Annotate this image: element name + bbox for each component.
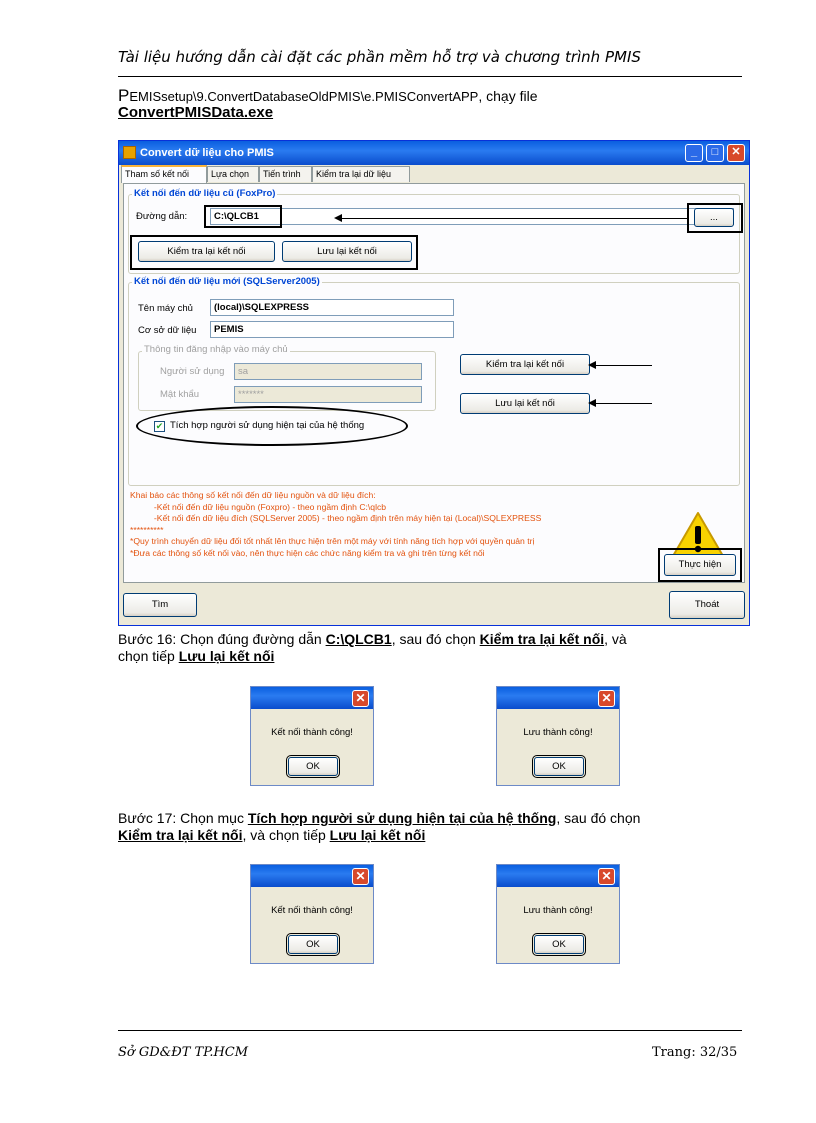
instructions-notes: Khai báo các thông số kết nối đến dữ liệ… (130, 490, 738, 559)
close-icon[interactable]: ✕ (352, 690, 369, 707)
save-success-dialog: ✕ Lưu thành công! OK (496, 864, 620, 964)
path-first-letter: P (118, 86, 130, 105)
note-line: ********** (130, 524, 164, 535)
execute-highlight-box (658, 548, 742, 582)
step-16-mid: , sau đó chọn (391, 631, 480, 647)
footer-page: Trang: 32/35 (652, 1045, 737, 1060)
step-17-check: Kiểm tra lại kết nối (118, 827, 243, 843)
close-icon[interactable]: ✕ (598, 868, 615, 885)
save-success-dialog: ✕ Lưu thành công! OK (496, 686, 620, 786)
step-16-path: C:\QLCB1 (325, 631, 392, 647)
step-17-prefix: Bước 17: Chọn mục (118, 810, 248, 826)
integrated-label: Tích hợp người sử dụng hiện tại của hệ t… (170, 420, 365, 431)
server-input[interactable]: (local)\SQLEXPRESS (210, 299, 454, 316)
path-suffix: , chạy file (478, 88, 538, 104)
path-label: Đường dẫn: (136, 211, 188, 222)
close-icon[interactable]: ✕ (727, 144, 745, 162)
step-17-mid2: , và chọn tiếp (242, 827, 330, 843)
dialog-message: Kết nối thành công! (271, 727, 353, 738)
note-line: *Đưa các thông số kết nối vào, nên thực … (130, 547, 485, 558)
footer-rule (118, 1030, 742, 1031)
close-icon[interactable]: ✕ (598, 690, 615, 707)
install-path: PEMISsetup\9.ConvertDatabaseOldPMIS\e.PM… (118, 86, 537, 106)
sql-save-button[interactable]: Lưu lại kết nối (460, 393, 590, 414)
page-label: Trang: (652, 1045, 696, 1060)
foxpro-group-title: Kết nối đến dữ liệu cũ (FoxPro) (132, 188, 278, 199)
maximize-icon[interactable]: □ (706, 144, 724, 162)
dialog-message: Lưu thành công! (523, 905, 593, 916)
connect-success-dialog: ✕ Kết nối thành công! OK (250, 864, 374, 964)
connection-panel: Kết nối đến dữ liệu cũ (FoxPro) Đường dẫ… (123, 183, 745, 583)
ok-button[interactable]: OK (286, 933, 340, 956)
sql-check-button[interactable]: Kiểm tra lại kết nối (460, 354, 590, 375)
foxpro-path-input[interactable]: C:\QLCB1 (210, 208, 734, 225)
exe-filename: ConvertPMISData.exe (118, 104, 274, 121)
dialog-message: Lưu thành công! (523, 727, 593, 738)
foxpro-buttons-highlight-box (130, 235, 418, 270)
note-line: Khai báo các thông số kết nối đến dữ liệ… (130, 490, 376, 500)
server-label: Tên máy chủ (138, 303, 193, 314)
tab-verify-data[interactable]: Kiểm tra lại dữ liệu (312, 166, 410, 182)
integrated-checkbox[interactable]: ✔ (154, 421, 165, 432)
connect-success-dialog: ✕ Kết nối thành công! OK (250, 686, 374, 786)
note-line: *Quy trình chuyển dữ liệu đối tốt nhất l… (130, 536, 535, 546)
arrow-to-sql-check (588, 361, 652, 369)
browse-highlight-box (687, 203, 743, 233)
sql-group-title: Kết nối đến dữ liệu mới (SQLServer2005) (132, 276, 322, 287)
note-line: -Kết nối đến dữ liệu nguồn (Foxpro) - th… (130, 501, 387, 512)
step-17-integrated: Tích hợp người sử dụng hiện tại của hệ t… (247, 810, 557, 826)
step-17-text: Bước 17: Chọn mục Tích hợp người sử dụng… (118, 810, 748, 844)
step-16-mid2: , và (604, 631, 627, 647)
username-label: Người sử dụng (160, 366, 225, 377)
window-titlebar: Convert dữ liệu cho PMIS _ □ ✕ (119, 141, 749, 165)
step-16-save: Lưu lại kết nối (178, 648, 275, 664)
minimize-icon[interactable]: _ (685, 144, 703, 162)
page-number: 32/35 (699, 1045, 738, 1060)
path-rest: EMISsetup\9.ConvertDatabaseOldPMIS\e.PMI… (129, 89, 479, 104)
note-line: -Kết nối đến dữ liệu đích (SQLServer 200… (130, 513, 542, 523)
app-icon (123, 146, 136, 159)
tab-progress[interactable]: Tiến trình (259, 166, 312, 182)
path-highlight-box (204, 205, 282, 228)
window-title: Convert dữ liệu cho PMIS (140, 147, 274, 159)
database-input[interactable]: PEMIS (210, 321, 454, 338)
tab-connection-params[interactable]: Tham số kết nối (121, 165, 207, 183)
step-16-text: Bước 16: Chọn đúng đường dẫn C:\QLCB1, s… (118, 631, 748, 665)
tab-options[interactable]: Lựa chọn (207, 166, 259, 182)
ok-button[interactable]: OK (532, 933, 586, 956)
password-input[interactable]: ******* (234, 386, 422, 403)
step-16-check: Kiểm tra lại kết nối (479, 631, 605, 647)
exit-button[interactable]: Thoát (669, 591, 745, 619)
ok-button[interactable]: OK (286, 755, 340, 778)
find-button[interactable]: Tìm (123, 593, 197, 617)
header-rule (118, 76, 742, 77)
dialog-message: Kết nối thành công! (271, 905, 353, 916)
step-16-prefix: Bước 16: Chọn đúng đường dẫn (118, 631, 326, 647)
document-header-title: Tài liệu hướng dẫn cài đặt các phần mềm … (118, 48, 641, 66)
arrow-to-sql-save (588, 399, 652, 407)
close-icon[interactable]: ✕ (352, 868, 369, 885)
step-17-save: Lưu lại kết nối (329, 827, 426, 843)
login-group-title: Thông tin đăng nhập vào máy chủ (142, 344, 290, 355)
password-label: Mật khẩu (160, 389, 200, 400)
username-input[interactable]: sa (234, 363, 422, 380)
footer-organization: Sở GD&ĐT TP.HCM (118, 1045, 249, 1060)
step-17-mid: , sau đó chọn (556, 810, 641, 826)
ok-button[interactable]: OK (532, 755, 586, 778)
arrow-to-path (334, 214, 688, 222)
database-label: Cơ sở dữ liệu (138, 325, 197, 336)
step-16-line2: chọn tiếp (118, 648, 179, 664)
convert-window: Convert dữ liệu cho PMIS _ □ ✕ Tham số k… (118, 140, 750, 626)
